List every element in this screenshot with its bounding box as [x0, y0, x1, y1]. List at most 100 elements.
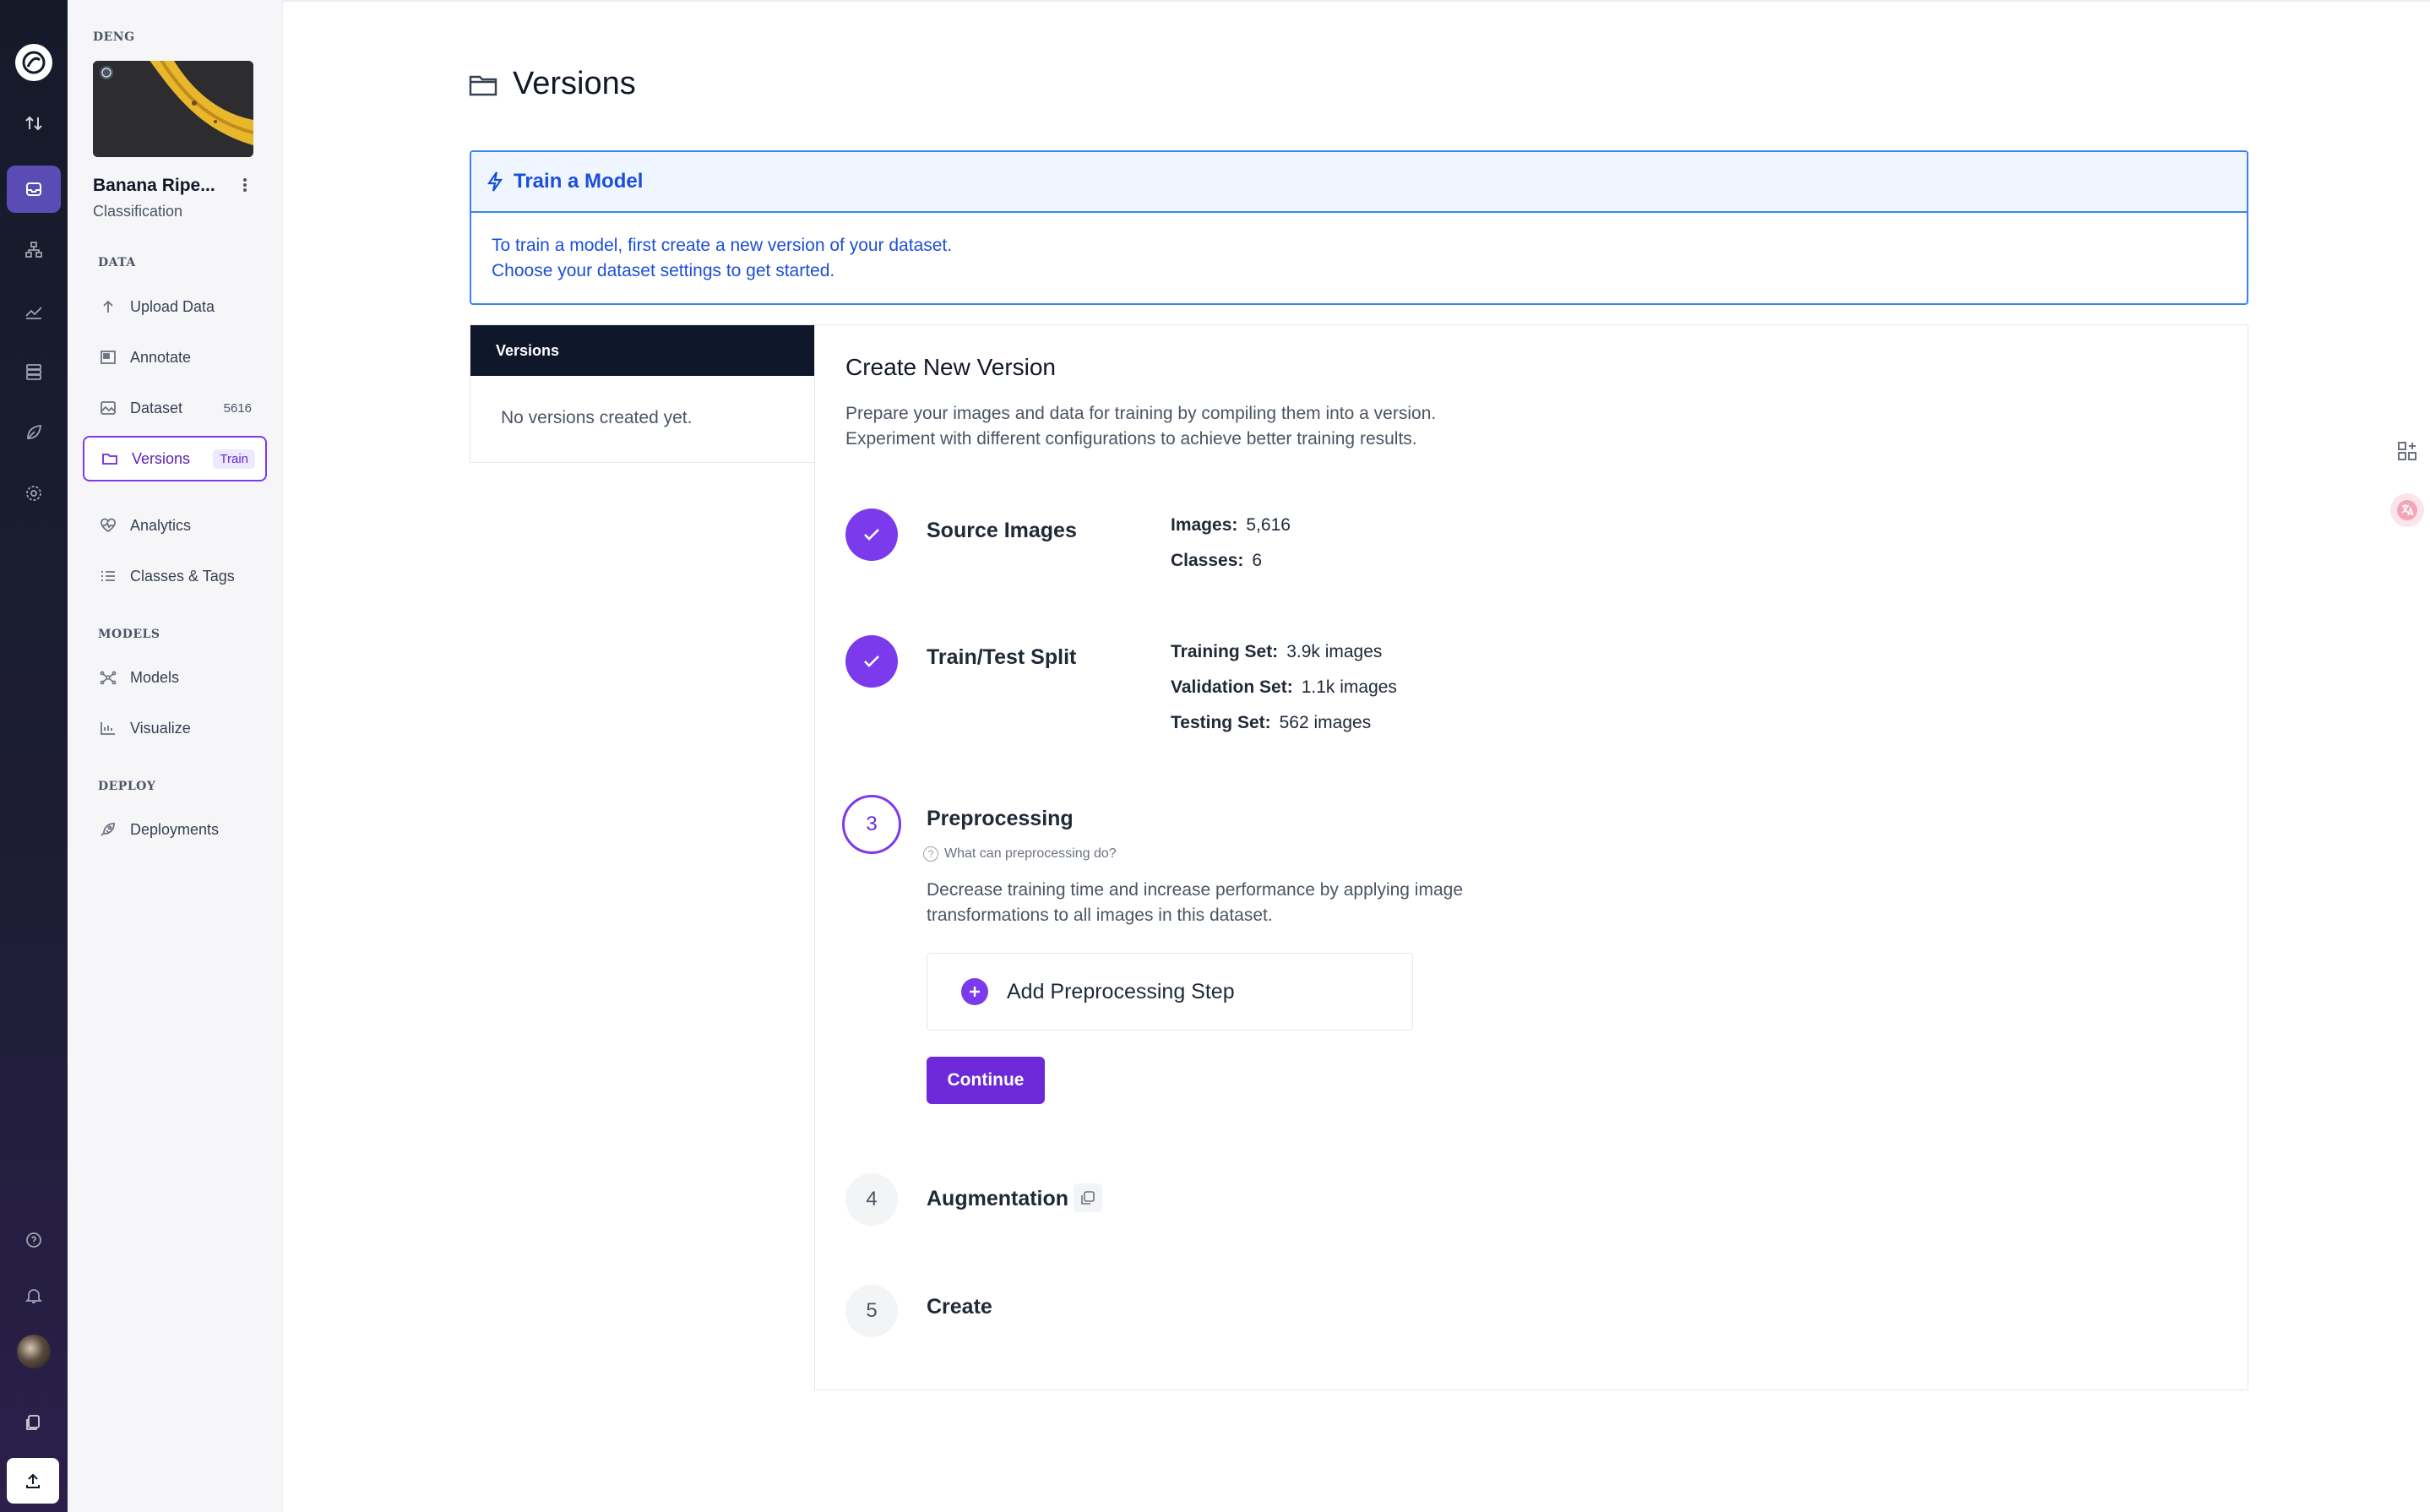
- preprocessing-help-link[interactable]: ? What can preprocessing do?: [923, 846, 1117, 862]
- bell-icon[interactable]: [7, 1272, 61, 1319]
- sidebar-item-label: Annotate: [130, 348, 192, 366]
- step-split-title[interactable]: Train/Test Split: [927, 645, 1076, 670]
- stat-label: Classes:: [1171, 551, 1244, 570]
- classes-stat: Classes: 6: [1171, 551, 1262, 571]
- versions-empty-text: No versions created yet.: [501, 408, 693, 427]
- sidebar-item-label: Deployments: [130, 820, 220, 838]
- sidebar-item-upload[interactable]: Upload Data: [83, 284, 267, 329]
- sidebar-item-label: Dataset: [130, 399, 183, 416]
- stat-value: 6: [1252, 551, 1263, 570]
- sidebar-item-dataset[interactable]: Dataset 5616: [83, 385, 267, 431]
- translate-icon[interactable]: [2390, 493, 2424, 527]
- stat-label: Validation Set:: [1171, 677, 1293, 697]
- hierarchy-icon[interactable]: [7, 226, 61, 274]
- grid-add-icon[interactable]: [2392, 436, 2422, 466]
- sidebar-item-label: Versions: [132, 449, 191, 467]
- sidebar-item-label: Visualize: [130, 719, 191, 737]
- step-preprocessing-title[interactable]: Preprocessing: [927, 807, 1074, 831]
- inbox-icon[interactable]: [7, 166, 61, 213]
- upload-arrow-icon: [98, 296, 118, 317]
- stat-value: 562 images: [1279, 713, 1372, 732]
- project-type: Classification: [93, 203, 183, 220]
- project-name[interactable]: Banana Ripe...: [93, 176, 215, 196]
- alert-title: Train a Model: [514, 170, 644, 193]
- analytics-icon[interactable]: [7, 287, 61, 334]
- stat-value: 1.1k images: [1301, 677, 1397, 697]
- train-pill: Train: [213, 449, 255, 469]
- step-4-indicator: 4: [845, 1173, 898, 1226]
- folder-icon: [469, 72, 497, 97]
- stat-label: Training Set:: [1171, 642, 1279, 661]
- create-version-panel: Create New Version Prepare your images a…: [814, 324, 2248, 1390]
- alert-body: To train a model, first create a new ver…: [471, 213, 2247, 284]
- alert-line: To train a model, first create a new ver…: [492, 236, 953, 255]
- rocket-icon: [98, 819, 118, 840]
- page-title: Versions: [513, 66, 636, 101]
- training-set-stat: Training Set: 3.9k images: [1171, 642, 1382, 662]
- add-preprocessing-step-button[interactable]: Add Preprocessing Step: [927, 953, 1413, 1031]
- top-border: [283, 0, 2430, 2]
- desc-line: Experiment with different configurations…: [845, 429, 1417, 449]
- image-icon: [98, 398, 118, 418]
- user-avatar[interactable]: [17, 1335, 51, 1368]
- step-source-title[interactable]: Source Images: [927, 519, 1077, 543]
- sort-arrows-icon[interactable]: [7, 100, 61, 147]
- dataset-count-badge: 5616: [223, 400, 252, 416]
- sidebar-item-analytics[interactable]: Analytics: [83, 503, 267, 548]
- chart-icon: [98, 718, 118, 738]
- plus-icon: [961, 978, 988, 1005]
- sidebar-item-versions[interactable]: Versions Train: [83, 436, 267, 481]
- step-5-indicator: 5: [845, 1285, 898, 1337]
- folder-icon: [100, 449, 120, 469]
- stat-label: Testing Set:: [1171, 713, 1271, 732]
- sidebar-item-visualize[interactable]: Visualize: [83, 705, 267, 751]
- network-icon: [98, 667, 118, 688]
- train-model-alert: Train a Model To train a model, first cr…: [470, 150, 2248, 305]
- copy-stack-icon[interactable]: [1074, 1183, 1102, 1212]
- page-header: Versions: [469, 66, 636, 102]
- section-data: DATA: [98, 256, 136, 269]
- desc-line: transformations to all images in this da…: [927, 906, 1273, 925]
- desc-line: Decrease training time and increase perf…: [927, 880, 1464, 900]
- testing-set-stat: Testing Set: 562 images: [1171, 713, 1371, 733]
- leaf-icon[interactable]: [7, 409, 61, 456]
- check-icon[interactable]: [845, 635, 898, 688]
- alert-header: Train a Model: [471, 152, 2247, 213]
- create-version-desc: Prepare your images and data for trainin…: [845, 401, 1436, 452]
- sidebar-item-classes[interactable]: Classes & Tags: [83, 553, 267, 599]
- help-icon[interactable]: [7, 1216, 61, 1264]
- workspace-name: DENG: [93, 30, 135, 44]
- project-sidebar: DENG Banana Ripe... Classification DATA …: [68, 0, 283, 1512]
- question-icon: ?: [923, 846, 938, 862]
- versions-list: Versions No versions created yet.: [470, 324, 816, 463]
- project-thumbnail[interactable]: [93, 61, 253, 157]
- settings-icon[interactable]: [7, 470, 61, 517]
- continue-button[interactable]: Continue: [927, 1057, 1045, 1104]
- sidebar-item-annotate[interactable]: Annotate: [83, 334, 267, 380]
- preprocessing-desc: Decrease training time and increase perf…: [927, 878, 1568, 928]
- sidebar-item-label: Models: [130, 668, 180, 686]
- sidebar-item-label: Analytics: [130, 516, 192, 534]
- sidebar-item-label: Classes & Tags: [130, 567, 235, 585]
- create-version-title: Create New Version: [845, 354, 1057, 380]
- sidebar-item-models[interactable]: Models: [83, 655, 267, 700]
- check-icon[interactable]: [845, 509, 898, 561]
- versions-list-header: Versions: [470, 325, 815, 376]
- sidebar-item-deployments[interactable]: Deployments: [83, 807, 267, 852]
- app-logo-icon[interactable]: [15, 44, 52, 81]
- database-icon[interactable]: [7, 348, 61, 395]
- more-vertical-icon[interactable]: [236, 174, 253, 196]
- docs-icon[interactable]: [7, 1399, 61, 1446]
- stat-value: 3.9k images: [1286, 642, 1383, 661]
- upload-icon[interactable]: [7, 1458, 59, 1504]
- stat-label: Images:: [1171, 515, 1238, 535]
- add-step-label: Add Preprocessing Step: [1007, 979, 1235, 1003]
- alert-line: Choose your dataset settings to get star…: [492, 261, 835, 280]
- list-icon: [98, 566, 118, 586]
- sidebar-item-label: Upload Data: [130, 297, 215, 315]
- annotate-icon: [98, 347, 118, 367]
- step-create-title: Create: [927, 1295, 992, 1319]
- lightning-icon: [487, 171, 503, 193]
- validation-set-stat: Validation Set: 1.1k images: [1171, 677, 1397, 698]
- desc-line: Prepare your images and data for trainin…: [845, 404, 1437, 423]
